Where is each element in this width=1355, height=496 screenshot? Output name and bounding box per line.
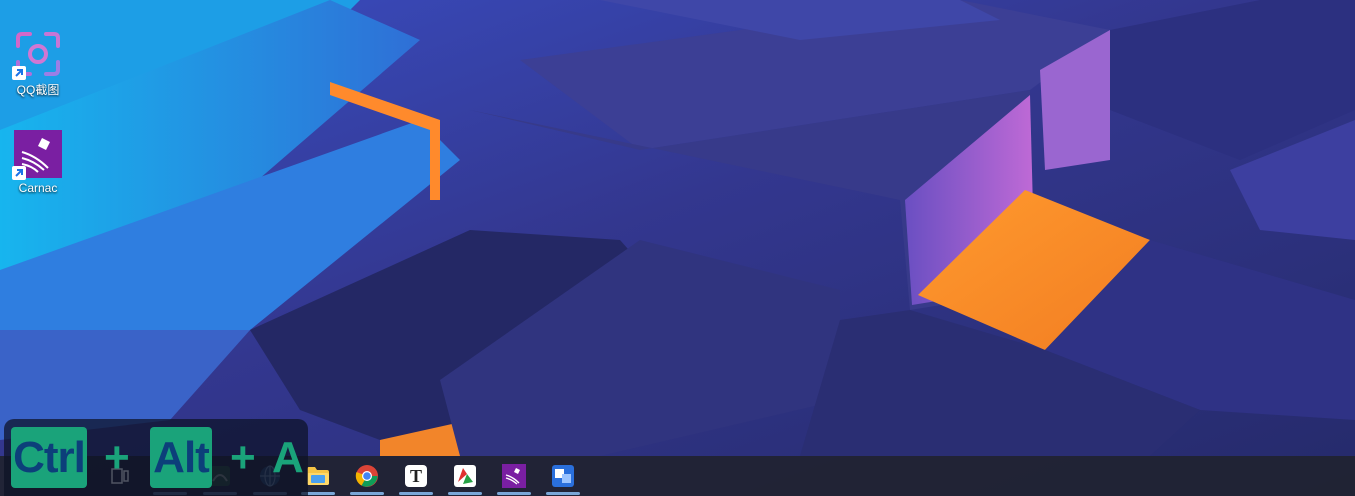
key-alt: Alt <box>150 427 212 488</box>
running-indicator <box>350 492 384 495</box>
red-green-app-button[interactable] <box>445 456 485 496</box>
typora-icon: T <box>405 465 427 487</box>
shortcut-arrow-icon <box>12 166 26 180</box>
key-separator: + <box>104 433 130 482</box>
key-separator: + <box>230 433 256 482</box>
running-indicator <box>399 492 433 495</box>
translate-icon <box>552 465 574 487</box>
desktop-icon-carnac[interactable]: Carnac <box>0 130 76 195</box>
chrome-button[interactable] <box>347 456 387 496</box>
desktop-icon-qq-screenshot[interactable]: QQ截图 <box>0 30 76 98</box>
desktop-icon-label: QQ截图 <box>16 83 60 97</box>
carnac-icon <box>502 464 526 488</box>
running-indicator <box>497 492 531 495</box>
red-green-app-icon <box>454 465 476 487</box>
folder-icon <box>307 467 329 485</box>
running-indicator <box>448 492 482 495</box>
key-a: A <box>272 433 304 482</box>
chrome-icon <box>355 465 378 487</box>
keystroke-overlay: Ctrl + Alt + A <box>4 419 308 496</box>
desktop-icon-label: Carnac <box>18 181 58 195</box>
typora-button[interactable]: T <box>396 456 436 496</box>
translator-button[interactable] <box>543 456 583 496</box>
carnac-button[interactable] <box>494 456 534 496</box>
key-ctrl: Ctrl <box>11 427 87 488</box>
shortcut-arrow-icon <box>12 66 26 80</box>
qq-screenshot-icon <box>12 30 62 80</box>
running-indicator <box>546 492 580 495</box>
carnac-icon <box>12 130 62 180</box>
